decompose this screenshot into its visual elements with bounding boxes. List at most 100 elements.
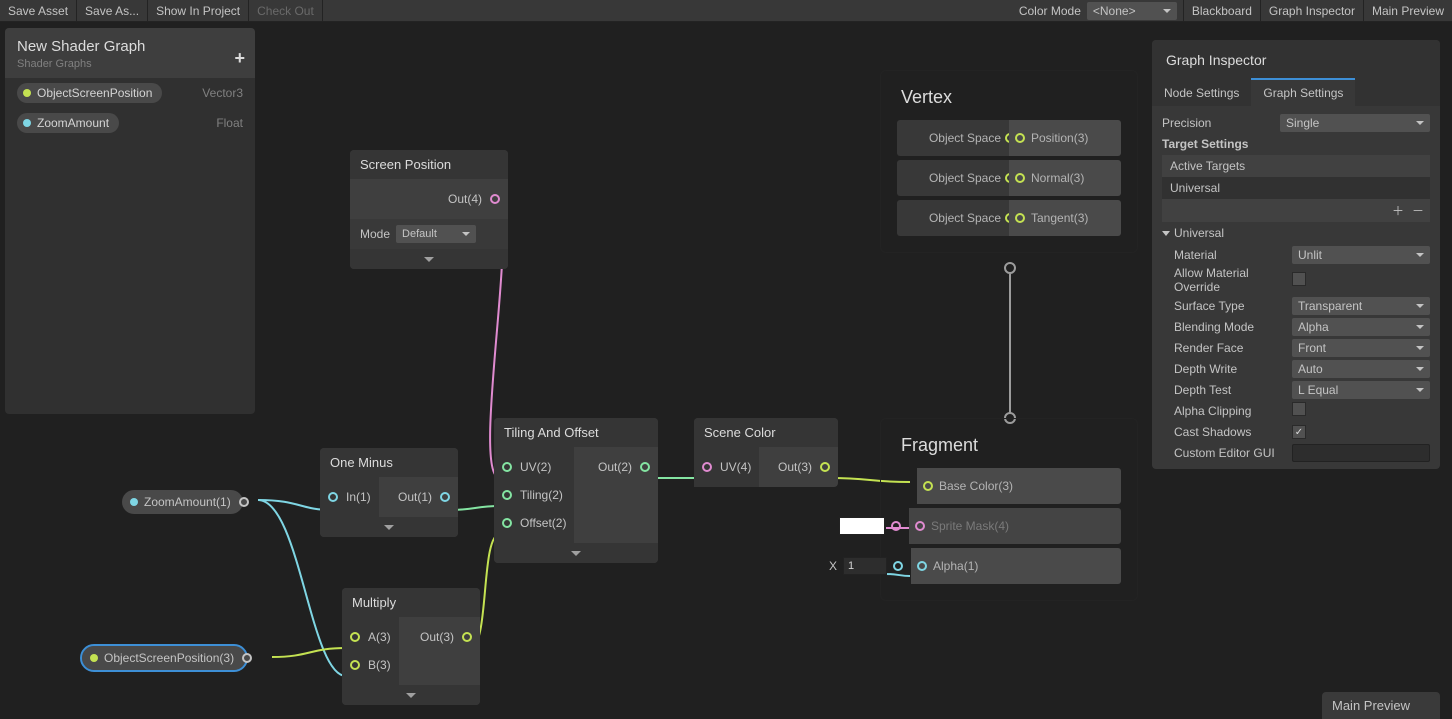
node-tiling-and-offset[interactable]: Tiling And Offset UV(2) Tiling(2) Offset… (494, 418, 658, 563)
color-mode-label: Color Mode (1013, 4, 1087, 18)
port-icon[interactable] (350, 660, 360, 670)
color-swatch[interactable] (839, 517, 885, 535)
block-tangent[interactable]: Object Space Tangent(3) (897, 200, 1121, 236)
port-icon[interactable] (820, 462, 830, 472)
node-title[interactable]: Scene Color (694, 418, 838, 447)
node-expand-toggle[interactable] (320, 517, 458, 537)
port-icon[interactable] (640, 462, 650, 472)
property-row[interactable]: ObjectScreenPosition Vector3 (5, 78, 255, 108)
input-port-offset[interactable]: Offset(2) (494, 509, 574, 537)
blending-mode-select[interactable]: Alpha (1292, 318, 1430, 336)
custom-editor-gui-input[interactable] (1292, 444, 1430, 462)
block-base-color[interactable]: Base Color(3) (897, 468, 1121, 504)
fragment-stack[interactable]: Fragment Base Color(3) Sprite Mask(4) X … (880, 418, 1138, 601)
block-alpha[interactable]: X 1 Alpha(1) (897, 548, 1121, 584)
port-icon[interactable] (917, 561, 927, 571)
chevron-down-icon (424, 257, 434, 262)
cast-shadows-checkbox[interactable] (1292, 425, 1306, 439)
block-position[interactable]: Object Space Position(3) (897, 120, 1121, 156)
block-sprite-mask[interactable]: Sprite Mask(4) (897, 508, 1121, 544)
node-multiply[interactable]: Multiply A(3) B(3) Out(3) (342, 588, 480, 705)
surface-type-select[interactable]: Transparent (1292, 297, 1430, 315)
output-port-out[interactable]: Out(1) (379, 483, 458, 511)
output-port[interactable] (242, 653, 252, 663)
port-icon[interactable] (350, 632, 360, 642)
precision-select[interactable]: Single (1280, 114, 1430, 132)
node-screen-position[interactable]: Screen Position Out(4) Mode Default (350, 150, 508, 269)
input-port-a[interactable]: A(3) (342, 623, 399, 651)
main-preview-toggle-button[interactable]: Main Preview (1363, 0, 1452, 22)
input-port-uv[interactable]: UV(2) (494, 453, 574, 481)
chevron-down-icon (1416, 346, 1424, 350)
save-as-button[interactable]: Save As... (77, 0, 148, 22)
property-pill[interactable]: ZoomAmount (17, 113, 119, 133)
port-icon[interactable] (490, 194, 500, 204)
port-icon[interactable] (1015, 173, 1025, 183)
output-port-out[interactable]: Out(3) (399, 623, 480, 651)
material-select[interactable]: Unlit (1292, 246, 1430, 264)
port-icon[interactable] (328, 492, 338, 502)
node-expand-toggle[interactable] (350, 249, 508, 269)
graph-inspector-toggle-button[interactable]: Graph Inspector (1260, 0, 1363, 22)
vertex-stack[interactable]: Vertex Object Space Position(3) Object S… (880, 70, 1138, 253)
block-space-label: Object Space (897, 160, 1009, 196)
node-scene-color[interactable]: Scene Color UV(4) Out(3) (694, 418, 838, 487)
property-row[interactable]: ZoomAmount Float (5, 108, 255, 138)
node-one-minus[interactable]: One Minus In(1) Out(1) (320, 448, 458, 537)
port-icon[interactable] (440, 492, 450, 502)
property-pill[interactable]: ObjectScreenPosition (17, 83, 162, 103)
node-expand-toggle[interactable] (342, 685, 480, 705)
blackboard-toggle-button[interactable]: Blackboard (1183, 0, 1260, 22)
input-port-uv[interactable]: UV(4) (694, 453, 759, 481)
output-port-out[interactable]: Out(3) (759, 453, 838, 481)
node-expand-toggle[interactable] (494, 543, 658, 563)
node-title[interactable]: Tiling And Offset (494, 418, 658, 447)
show-in-project-button[interactable]: Show In Project (148, 0, 249, 22)
node-title[interactable]: Multiply (342, 588, 480, 617)
port-icon[interactable] (891, 521, 901, 531)
save-asset-button[interactable]: Save Asset (0, 0, 77, 22)
port-icon[interactable] (502, 490, 512, 500)
property-token-zoomamount[interactable]: ZoomAmount(1) (122, 490, 243, 514)
render-face-select[interactable]: Front (1292, 339, 1430, 357)
alpha-clipping-checkbox[interactable] (1292, 402, 1306, 416)
remove-target-button[interactable]: － (1412, 202, 1424, 219)
input-port-in[interactable]: In(1) (320, 483, 379, 511)
port-icon[interactable] (923, 481, 933, 491)
color-mode-select[interactable]: <None> (1087, 2, 1177, 20)
node-title[interactable]: One Minus (320, 448, 458, 477)
block-normal[interactable]: Object Space Normal(3) (897, 160, 1121, 196)
surface-type-label: Surface Type (1174, 299, 1292, 313)
port-icon[interactable] (1015, 133, 1025, 143)
node-title[interactable]: Screen Position (350, 150, 508, 179)
allow-material-override-checkbox[interactable] (1292, 272, 1306, 286)
port-icon[interactable] (893, 561, 903, 571)
input-port-b[interactable]: B(3) (342, 651, 399, 679)
port-icon[interactable] (502, 462, 512, 472)
add-target-button[interactable]: ＋ (1392, 202, 1404, 219)
port-icon[interactable] (462, 632, 472, 642)
inspector-title[interactable]: Graph Inspector (1152, 40, 1440, 80)
tab-graph-settings[interactable]: Graph Settings (1251, 78, 1355, 106)
input-port-tiling[interactable]: Tiling(2) (494, 481, 574, 509)
port-icon[interactable] (502, 518, 512, 528)
port-icon[interactable] (1015, 213, 1025, 223)
port-icon[interactable] (702, 462, 712, 472)
depth-test-select[interactable]: L Equal (1292, 381, 1430, 399)
output-port-out[interactable]: Out(2) (574, 453, 658, 481)
property-token-objectscreenposition[interactable]: ObjectScreenPosition(3) (82, 646, 246, 670)
target-item[interactable]: Universal (1162, 177, 1430, 199)
add-property-button[interactable]: + (234, 48, 245, 69)
alpha-input[interactable]: 1 (843, 557, 887, 575)
depth-write-select[interactable]: Auto (1292, 360, 1430, 378)
output-port[interactable] (239, 497, 249, 507)
chevron-down-icon (1416, 325, 1424, 329)
tab-node-settings[interactable]: Node Settings (1152, 80, 1251, 106)
main-preview-panel[interactable]: Main Preview (1322, 692, 1440, 719)
output-port-out[interactable]: Out(4) (350, 185, 508, 213)
universal-foldout[interactable]: Universal (1162, 226, 1430, 240)
mode-select[interactable]: Default (396, 225, 476, 243)
chevron-down-icon (1416, 304, 1424, 308)
port-icon[interactable] (915, 521, 925, 531)
blackboard-header[interactable]: New Shader Graph Shader Graphs + (5, 28, 255, 78)
